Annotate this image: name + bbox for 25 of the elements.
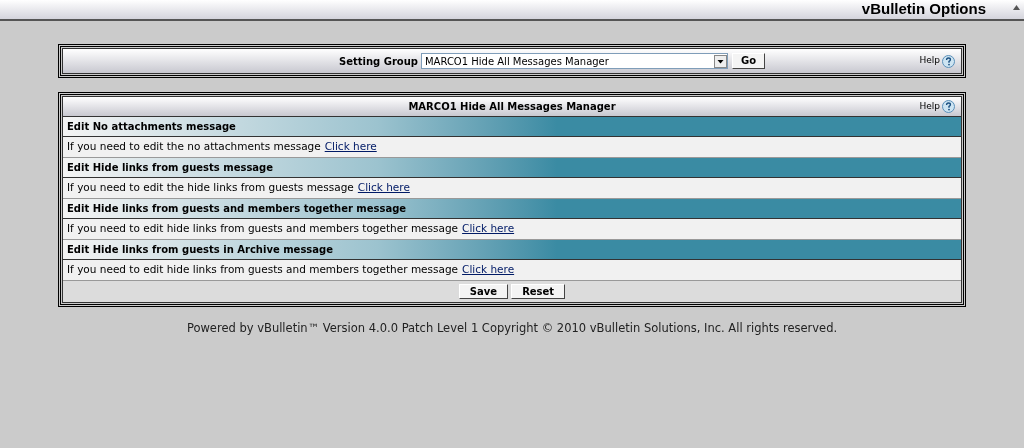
field-label: Setting Group	[338, 54, 418, 69]
save-button[interactable]: Save	[458, 284, 509, 299]
copyright-text: Powered by vBulletin™ Version 4.0.0 Patch Level 1 Copyright © 2010 vBulletin Solutions, Inc. All rights reserved.	[186, 320, 838, 337]
scroll-up-icon[interactable]	[1013, 5, 1020, 10]
window-title: vBulletin Options	[861, 0, 986, 20]
help-link[interactable]: Help	[919, 99, 940, 114]
row-text: If you need to edit the hide links from guests message	[67, 180, 354, 196]
section-heading: Edit Hide links from guests in Archive message	[67, 243, 333, 257]
row-text: If you need to edit hide links from guests and members together message	[67, 262, 459, 278]
click-here-link[interactable]: Click here	[357, 180, 410, 196]
help-icon[interactable]	[942, 54, 955, 68]
section-heading: Edit Hide links from guests message	[67, 161, 274, 175]
section-heading: Edit Hide links from guests and members together message	[67, 202, 407, 216]
row-text: If you need to edit hide links from guests and members together message	[67, 221, 459, 237]
panel-title: MARCO1 Hide All Messages Manager	[408, 100, 616, 114]
help-icon[interactable]	[942, 100, 955, 113]
click-here-link[interactable]: Click here	[324, 139, 377, 155]
reset-button[interactable]: Reset	[511, 284, 566, 299]
help-link[interactable]: Help	[919, 54, 940, 68]
click-here-link[interactable]: Click here	[462, 221, 515, 237]
go-button[interactable]: Go	[731, 53, 766, 69]
section-heading: Edit No attachments message	[67, 120, 236, 134]
row-text: If you need to edit the no attachments message	[67, 139, 321, 155]
click-here-link[interactable]: Click here	[462, 262, 515, 278]
setting-group-dropdown[interactable]: MARCO1 Hide All Messages Manager	[420, 53, 728, 69]
